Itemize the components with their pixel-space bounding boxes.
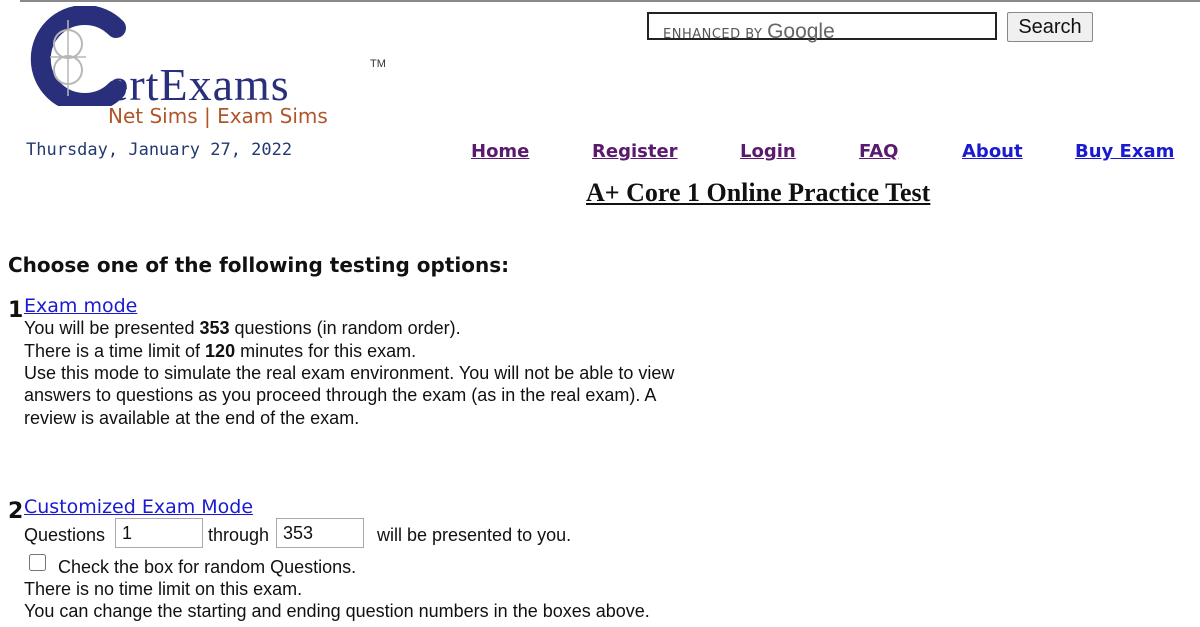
question-count: 353 (199, 318, 230, 338)
search-box[interactable]: ENHANCED BY Google (647, 12, 997, 43)
option-1-line-questions: You will be presented 353 questions (in … (24, 318, 461, 339)
no-time-limit-text: There is no time limit on this exam. (24, 579, 303, 599)
options-heading: Choose one of the following testing opti… (8, 253, 510, 277)
option-1-line1-post: questions (in random order). (229, 318, 461, 338)
option-1-line-5: review is available at the end of the ex… (24, 408, 360, 428)
random-questions-label: Check the box for random Questions. (58, 557, 357, 577)
change-numbers-text: You can change the starting and ending q… (24, 601, 650, 621)
option-1-line2-pre: There is a time limit of (24, 341, 206, 361)
certexams-logo[interactable]: ertExams TM Net Sims | Exam Sims (20, 6, 400, 128)
start-question-input[interactable] (115, 518, 203, 548)
nav-faq-link[interactable]: FAQ (859, 141, 898, 162)
time-limit: 120 (205, 341, 236, 361)
current-date: Thursday, January 27, 2022 (26, 140, 293, 160)
random-questions-checkbox[interactable] (29, 554, 46, 571)
presented-label: will be presented to you. (377, 525, 572, 545)
option-1-line2-post: minutes for this exam. (235, 341, 417, 361)
option-1-number: 1 (8, 298, 24, 323)
option-1-line1-pre: You will be presented (24, 318, 200, 338)
search-button[interactable]: Search (1007, 12, 1093, 42)
logo-tagline: Net Sims | Exam Sims (108, 104, 328, 128)
option-2-number: 2 (8, 499, 24, 524)
option-1-line-3: Use this mode to simulate the real exam … (24, 363, 675, 383)
nav-buy-exam-link[interactable]: Buy Exam (1075, 141, 1174, 162)
nav-register-link[interactable]: Register (592, 141, 678, 162)
top-divider (20, 0, 1200, 2)
nav-login-link[interactable]: Login (740, 141, 796, 162)
nav-home-link[interactable]: Home (471, 141, 529, 162)
logo-trademark: TM (370, 58, 386, 70)
questions-label: Questions (24, 525, 106, 545)
exam-mode-link[interactable]: Exam mode (24, 295, 137, 317)
through-label: through (208, 525, 270, 545)
option-1-line-4: answers to questions as you proceed thro… (24, 385, 657, 405)
customized-exam-mode-link[interactable]: Customized Exam Mode (24, 496, 253, 518)
option-1-line-time: There is a time limit of 120 minutes for… (24, 341, 416, 362)
page-title: A+ Core 1 Online Practice Test (586, 178, 931, 207)
end-question-input[interactable] (276, 518, 364, 548)
search-input[interactable] (657, 16, 991, 40)
nav-about-link[interactable]: About (962, 141, 1023, 162)
